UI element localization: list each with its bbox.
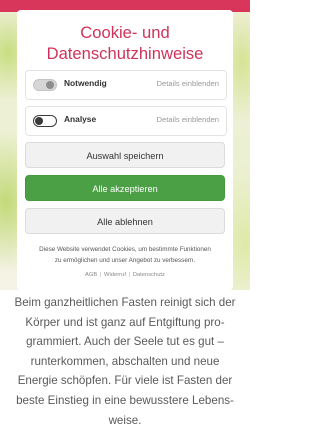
widerruf-link[interactable]: Widerruf: [104, 272, 126, 278]
article-line: beste Einstieg in eine bewusstere Lebens…: [16, 393, 234, 407]
article-line: Beim ganzheitlichen Fasten reinigt sich …: [14, 296, 236, 309]
info-line: Diese Website verwendet Cookies, um best…: [39, 246, 211, 253]
agb-link[interactable]: AGB: [85, 272, 97, 278]
cookie-info-text: Diese Website verwendet Cookies, um best…: [17, 245, 233, 266]
cookie-overlay: Cookie- und Datenschutzhinweise Notwendi…: [0, 0, 250, 290]
cookie-dialog: Cookie- und Datenschutzhinweise Notwendi…: [17, 10, 233, 290]
article-line: Körper und ist ganz auf Entgiftung pro-: [25, 315, 225, 329]
article-line: grammiert. Auch der Seele tut es gut –: [26, 335, 224, 349]
dialog-title-line: Datenschutzhinweise: [46, 44, 204, 63]
consent-row-analyse: Analyse Details einblenden: [25, 106, 227, 136]
toggle-knob: [35, 117, 43, 125]
notwendig-details-link[interactable]: Details einblenden: [157, 79, 219, 88]
consent-row-notwendig: Notwendig Details einblenden: [25, 70, 227, 100]
accept-all-button[interactable]: Alle akzeptieren: [25, 175, 225, 201]
dialog-title-line: Cookie- und: [80, 23, 170, 42]
link-separator: |: [128, 272, 131, 278]
notwendig-toggle[interactable]: [33, 79, 57, 91]
info-line: zu ermöglichen und unser Angebot zu verb…: [54, 256, 196, 264]
datenschutz-link[interactable]: Datenschutz: [133, 272, 165, 278]
article-line: weise.: [108, 413, 142, 427]
article-line: Energie schöpfen. Für viele ist Fasten d…: [17, 374, 233, 388]
analyse-label: Analyse: [64, 114, 97, 124]
notwendig-label: Notwendig: [64, 78, 107, 88]
analyse-toggle[interactable]: [33, 115, 57, 127]
toggle-knob: [46, 81, 54, 89]
save-selection-button[interactable]: Auswahl speichern: [25, 142, 225, 168]
footer-links: AGB | Widerruf | Datenschutz: [17, 272, 233, 278]
decline-all-button[interactable]: Alle ablehnen: [25, 208, 225, 234]
article-line: runterkommen, abschalten und neue: [30, 354, 220, 368]
link-separator: |: [99, 272, 102, 278]
article-text: Beim ganzheitlichen Fasten reinigt sich …: [0, 293, 250, 430]
dialog-title: Cookie- und Datenschutzhinweise: [17, 22, 233, 64]
analyse-details-link[interactable]: Details einblenden: [157, 115, 219, 124]
